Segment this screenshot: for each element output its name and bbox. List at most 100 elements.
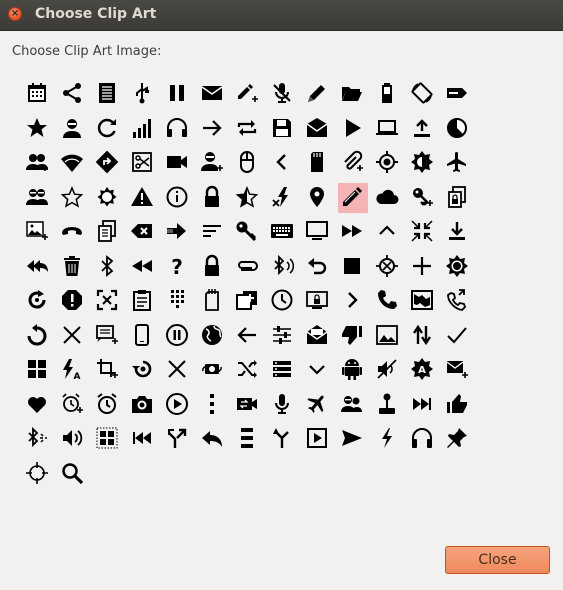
clip-art-item[interactable] [299, 249, 334, 284]
clip-art-item[interactable] [124, 352, 159, 387]
clip-art-item[interactable] [19, 283, 54, 318]
clip-art-item[interactable] [229, 387, 264, 422]
clip-art-item[interactable] [299, 145, 334, 180]
clip-art-item[interactable] [124, 249, 159, 284]
clip-art-item[interactable] [159, 318, 194, 353]
clip-art-item[interactable] [124, 145, 159, 180]
clip-art-item[interactable] [369, 111, 404, 146]
clip-art-item[interactable] [124, 318, 159, 353]
clip-art-item[interactable] [89, 180, 124, 215]
clip-art-item[interactable] [159, 352, 194, 387]
clip-art-item[interactable] [299, 421, 334, 456]
clip-art-item[interactable] [19, 352, 54, 387]
clip-art-item[interactable] [404, 76, 439, 111]
clip-art-item[interactable] [229, 145, 264, 180]
clip-art-item[interactable] [89, 76, 124, 111]
clip-art-item[interactable] [194, 249, 229, 284]
clip-art-item[interactable] [89, 214, 124, 249]
clip-art-item[interactable] [229, 352, 264, 387]
clip-art-item[interactable] [439, 76, 474, 111]
clip-art-item[interactable]: ? [159, 249, 194, 284]
clip-art-item[interactable] [159, 214, 194, 249]
clip-art-item[interactable] [404, 249, 439, 284]
clip-art-item[interactable] [124, 76, 159, 111]
clip-art-item[interactable] [54, 111, 89, 146]
clip-art-item[interactable] [264, 249, 299, 284]
clip-art-item[interactable] [369, 76, 404, 111]
clip-art-item[interactable] [369, 283, 404, 318]
clip-art-item[interactable] [264, 352, 299, 387]
close-button[interactable]: Close [445, 546, 550, 574]
clip-art-item[interactable] [194, 180, 229, 215]
clip-art-item[interactable] [159, 283, 194, 318]
clip-art-item[interactable] [299, 111, 334, 146]
clip-art-item[interactable] [229, 180, 264, 215]
clip-art-item[interactable] [89, 249, 124, 284]
clip-art-item[interactable] [54, 249, 89, 284]
clip-art-item[interactable] [299, 387, 334, 422]
clip-art-item[interactable] [54, 180, 89, 215]
clip-art-item[interactable] [194, 76, 229, 111]
clip-art-item[interactable] [194, 145, 229, 180]
clip-art-item[interactable] [159, 387, 194, 422]
clip-art-item[interactable] [334, 318, 369, 353]
clip-art-item[interactable] [264, 318, 299, 353]
clip-art-item[interactable] [369, 352, 404, 387]
clip-art-item[interactable] [54, 283, 89, 318]
clip-art-item[interactable] [19, 76, 54, 111]
clip-art-item[interactable] [299, 76, 334, 111]
clip-art-item[interactable] [264, 145, 299, 180]
clip-art-item[interactable] [54, 456, 89, 491]
clip-art-item[interactable] [334, 352, 369, 387]
clip-art-item[interactable] [89, 318, 124, 353]
clip-art-item[interactable] [229, 249, 264, 284]
clip-art-item[interactable] [194, 352, 229, 387]
clip-art-item[interactable] [334, 76, 369, 111]
clip-art-item[interactable] [229, 214, 264, 249]
clip-art-item[interactable] [19, 249, 54, 284]
clip-art-item[interactable] [369, 249, 404, 284]
clip-art-item[interactable] [299, 318, 334, 353]
clip-art-item[interactable] [264, 421, 299, 456]
clip-art-item[interactable] [89, 352, 124, 387]
clip-art-item[interactable] [19, 456, 54, 491]
clip-art-item[interactable] [369, 145, 404, 180]
clip-art-item[interactable] [89, 145, 124, 180]
clip-art-item[interactable] [19, 318, 54, 353]
clip-art-item[interactable] [54, 387, 89, 422]
clip-art-item[interactable] [334, 283, 369, 318]
clip-art-item[interactable] [439, 249, 474, 284]
clip-art-item[interactable] [404, 387, 439, 422]
clip-art-item[interactable] [404, 283, 439, 318]
clip-art-item[interactable] [194, 421, 229, 456]
clip-art-item[interactable] [54, 421, 89, 456]
clip-art-item[interactable] [334, 145, 369, 180]
clip-art-item[interactable] [264, 180, 299, 215]
clip-art-item[interactable] [124, 387, 159, 422]
clip-art-item[interactable] [19, 421, 54, 456]
clip-art-item[interactable] [229, 318, 264, 353]
clip-art-item[interactable] [264, 283, 299, 318]
clip-art-item[interactable] [334, 421, 369, 456]
clip-art-item[interactable] [439, 318, 474, 353]
clip-art-item[interactable] [89, 111, 124, 146]
clip-art-item[interactable] [404, 111, 439, 146]
clip-art-item[interactable] [334, 180, 369, 215]
clip-art-item[interactable] [124, 421, 159, 456]
clip-art-item[interactable] [159, 76, 194, 111]
clip-art-item[interactable] [19, 387, 54, 422]
clip-art-item[interactable] [404, 421, 439, 456]
clip-art-item[interactable] [89, 283, 124, 318]
clip-art-item[interactable] [159, 145, 194, 180]
clip-art-item[interactable] [299, 214, 334, 249]
clip-art-item[interactable] [439, 387, 474, 422]
clip-art-item[interactable] [194, 283, 229, 318]
clip-art-item[interactable] [404, 214, 439, 249]
clip-art-item[interactable] [369, 214, 404, 249]
clip-art-item[interactable] [159, 111, 194, 146]
clip-art-item[interactable] [194, 111, 229, 146]
window-close-button[interactable]: × [8, 7, 22, 21]
clip-art-item[interactable] [229, 76, 264, 111]
clip-art-item[interactable] [369, 318, 404, 353]
clip-art-item[interactable] [229, 283, 264, 318]
